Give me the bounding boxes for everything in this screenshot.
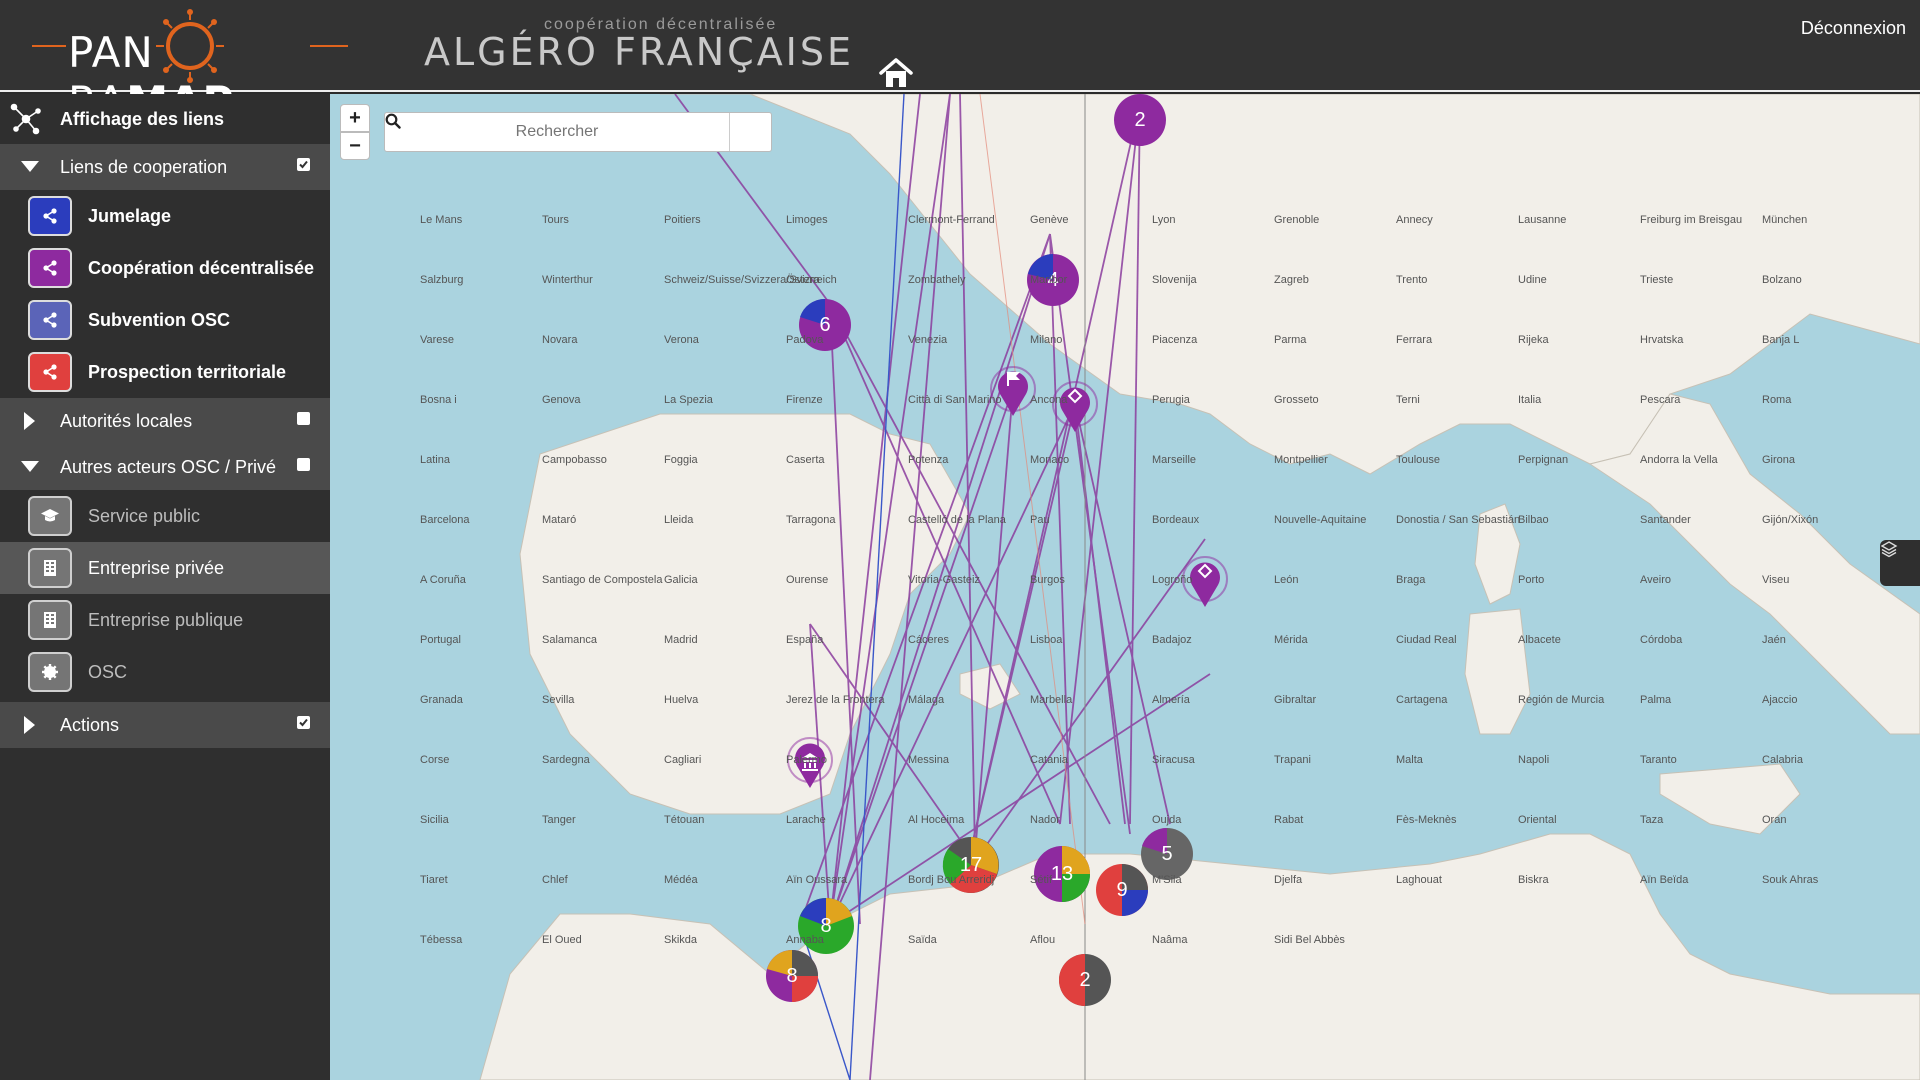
sidebar-item-jumelage[interactable]: Jumelage <box>0 190 330 242</box>
cluster-count: 6 <box>819 314 830 336</box>
cluster-marker[interactable]: 6 <box>799 298 851 351</box>
cluster-count: 13 <box>1051 863 1073 885</box>
section-checkbox[interactable] <box>297 716 310 729</box>
cluster-count: 8 <box>786 965 797 987</box>
cluster-marker[interactable]: 17 <box>942 837 999 893</box>
section-actions[interactable]: Actions <box>0 702 330 748</box>
cluster-count: 5 <box>1161 843 1172 865</box>
building-icon <box>28 548 72 588</box>
cluster-marker[interactable]: 8 <box>766 950 818 1002</box>
link-display-header[interactable]: Affichage des liens <box>0 94 330 144</box>
link-display-title: Affichage des liens <box>60 108 225 129</box>
layers-icon <box>1880 541 1898 558</box>
share-icon <box>28 196 72 236</box>
cluster-marker[interactable]: 2 <box>1059 954 1111 1006</box>
cluster-count: 4 <box>1047 269 1058 291</box>
sidebar-item-label: Coopération décentralisée <box>88 257 315 278</box>
caret-down-icon <box>0 161 60 173</box>
search-input[interactable] <box>385 113 729 151</box>
map-search <box>384 112 772 152</box>
section-label: Actions <box>60 714 120 735</box>
cluster-marker[interactable]: 9 <box>1096 864 1148 916</box>
sidebar-item-osc[interactable]: OSC <box>0 646 330 698</box>
map-pin-diamond-corsica[interactable] <box>1182 556 1228 607</box>
sidebar-item-subvention-osc[interactable]: Subvention OSC <box>0 294 330 346</box>
cluster-marker[interactable]: 4 <box>1027 254 1079 306</box>
cluster-marker[interactable]: 8 <box>798 898 854 954</box>
home-icon[interactable] <box>878 56 914 90</box>
cluster-count: 2 <box>1134 109 1145 131</box>
share-icon <box>28 300 72 340</box>
cluster-count: 8 <box>820 915 831 937</box>
sidebar-item-cooperation-decentralisee[interactable]: Coopération décentralisée <box>0 242 330 294</box>
cluster-count: 2 <box>1079 969 1090 991</box>
section-label: Liens de cooperation <box>60 156 228 177</box>
cluster-marker[interactable]: 5 <box>1141 827 1193 880</box>
app-header: PANRAMAP coopération décentralisée ALGÉR… <box>0 0 1920 126</box>
header-subtitle: ALGÉRO FRANÇAISE <box>424 30 855 74</box>
zoom-out-button[interactable]: − <box>340 132 370 160</box>
sidebar-item-label: Jumelage <box>88 205 172 226</box>
caret-right-icon <box>0 412 60 430</box>
caret-right-icon <box>0 716 60 734</box>
sidebar-item-label: Entreprise privée <box>88 557 225 578</box>
section-other-actors[interactable]: Autres acteurs OSC / Privé <box>0 444 330 490</box>
cluster-marker[interactable]: 13 <box>1034 846 1090 902</box>
layers-button[interactable] <box>1880 540 1920 586</box>
search-button[interactable] <box>385 113 771 151</box>
sidebar-item-entreprise-privee[interactable]: Entreprise privée <box>0 542 330 594</box>
section-label: Autorités locales <box>60 410 193 431</box>
sidebar-item-label: Subvention OSC <box>88 309 231 330</box>
section-checkbox[interactable] <box>297 412 310 425</box>
sidebar-item-label: Prospection territoriale <box>88 361 287 382</box>
share-icon <box>28 248 72 288</box>
cluster-count: 17 <box>960 854 982 876</box>
share-icon <box>28 352 72 392</box>
graduation-cap-icon <box>28 496 72 536</box>
sidebar-item-service-public[interactable]: Service public <box>0 490 330 542</box>
section-local-authorities[interactable]: Autorités locales <box>0 398 330 444</box>
building-icon <box>28 600 72 640</box>
panoramap-logo[interactable]: PANRAMAP <box>30 6 350 126</box>
network-icon <box>10 103 41 135</box>
sidebar: Affichage des liens Liens de cooperation… <box>0 94 330 1080</box>
logout-link[interactable]: Déconnexion <box>1801 18 1906 39</box>
cluster-count: 9 <box>1116 879 1127 901</box>
zoom-in-button[interactable]: + <box>340 104 370 132</box>
sidebar-item-entreprise-publique[interactable]: Entreprise publique <box>0 594 330 646</box>
cluster-marker[interactable]: 2 <box>1114 94 1166 146</box>
sidebar-item-label: OSC <box>88 661 128 682</box>
section-label: Autres acteurs OSC / Privé <box>60 456 277 477</box>
section-cooperation-links[interactable]: Liens de cooperation <box>0 144 330 190</box>
search-icon <box>385 113 401 129</box>
map-pin-flag[interactable] <box>990 366 1036 416</box>
map-view[interactable]: 2 4 6 17 13 9 5 8 8 2 Le Mans Tours Poit… <box>330 94 1920 1080</box>
map-canvas[interactable]: 2 4 6 17 13 9 5 8 8 2 <box>330 94 1920 1080</box>
sidebar-item-prospection-territoriale[interactable]: Prospection territoriale <box>0 346 330 398</box>
sidebar-item-label: Service public <box>88 505 201 526</box>
section-checkbox[interactable] <box>297 458 310 471</box>
sidebar-item-label: Entreprise publique <box>88 609 244 630</box>
map-pin-diamond[interactable] <box>1052 381 1098 432</box>
caret-down-icon <box>0 461 60 473</box>
section-checkbox[interactable] <box>297 158 310 171</box>
gear-icon <box>28 652 72 692</box>
